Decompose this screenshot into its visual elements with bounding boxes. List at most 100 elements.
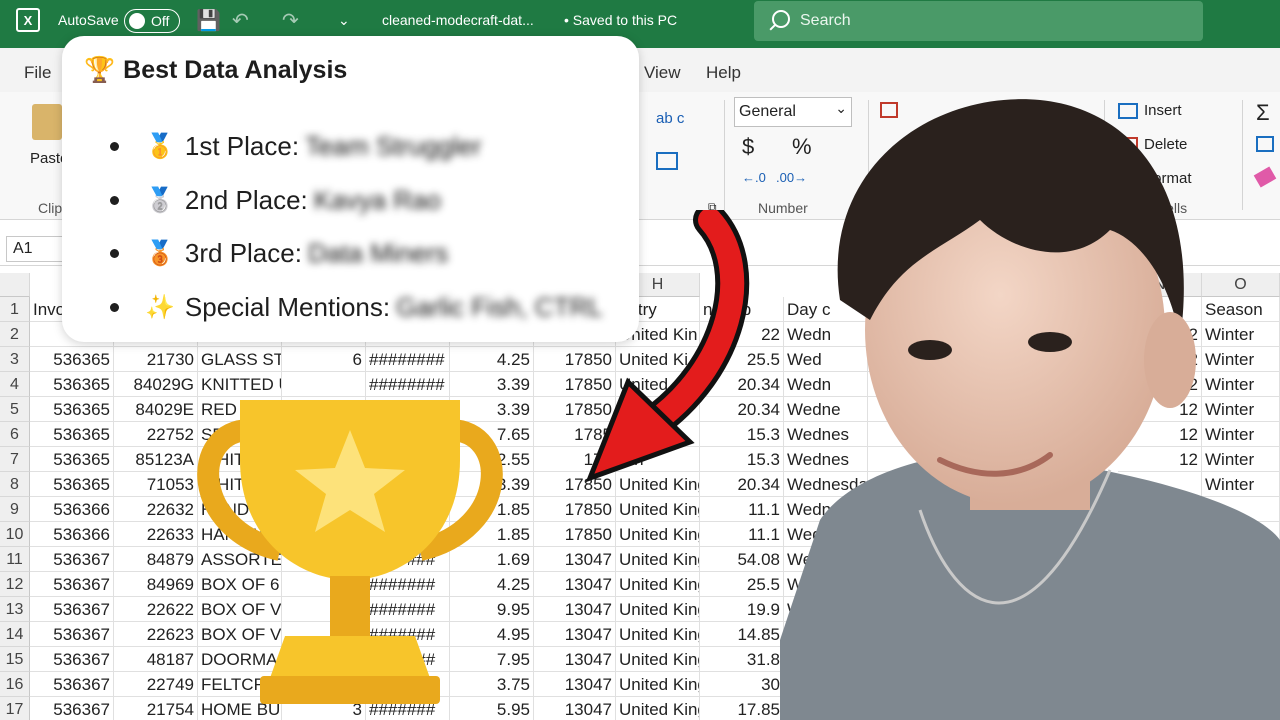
row-header[interactable]: 5 [0,397,30,422]
table-cell[interactable]: 536366 [30,497,114,522]
table-cell[interactable]: 13047 [534,697,616,720]
table-cell[interactable]: United King [616,597,700,622]
row-header[interactable]: 7 [0,447,30,472]
table-cell[interactable]: ######## [366,347,450,372]
table-cell[interactable]: GLASS STA [198,347,282,372]
bullet [110,302,119,312]
row-header[interactable]: 9 [0,497,30,522]
trophy-emoji-icon: 🏆 [84,56,116,84]
row-header[interactable]: 2 [0,322,30,347]
table-cell[interactable]: 22749 [114,672,198,697]
table-cell[interactable]: 13047 [534,647,616,672]
table-cell[interactable]: United King [616,672,700,697]
table-cell[interactable]: 54.08 [700,547,784,572]
separator [724,100,725,210]
table-cell[interactable]: United King [616,647,700,672]
table-cell[interactable]: 14.85 [700,622,784,647]
table-cell[interactable]: 17850 [534,497,616,522]
row-header[interactable]: 1 [0,297,30,322]
table-cell[interactable]: 536365 [30,372,114,397]
customize-toolbar-icon[interactable]: ⌄ [338,0,350,40]
table-cell[interactable]: 536367 [30,572,114,597]
table-cell[interactable]: 536367 [30,697,114,720]
table-cell[interactable]: 84879 [114,547,198,572]
save-status[interactable]: • Saved to this PC [564,0,677,40]
award-third: 🥉 3rd Place: Data Miners [110,233,448,273]
currency-button[interactable]: $ [742,134,754,160]
row-header[interactable]: 11 [0,547,30,572]
table-cell[interactable]: 25.5 [700,572,784,597]
menu-help[interactable]: Help [706,63,741,83]
merge-icon[interactable] [656,152,678,170]
card-title-text: Best Data Analysis [123,56,348,84]
autosave-toggle[interactable]: Off [124,9,180,33]
row-header[interactable]: 4 [0,372,30,397]
table-cell[interactable]: 536367 [30,547,114,572]
undo-icon[interactable]: ↶ [232,0,249,40]
wrap-text-icon[interactable]: ab c [656,110,684,127]
table-cell[interactable]: United King [616,547,700,572]
table-cell[interactable]: 17850 [534,522,616,547]
table-cell[interactable]: United King [616,622,700,647]
table-cell[interactable]: 84029G [114,372,198,397]
table-cell[interactable]: 536366 [30,522,114,547]
table-cell[interactable]: 13047 [534,547,616,572]
redo-icon[interactable]: ↷ [282,0,299,40]
table-cell[interactable]: 22623 [114,622,198,647]
row-header[interactable]: 13 [0,597,30,622]
table-cell[interactable]: United King [616,522,700,547]
table-cell[interactable]: 13047 [534,672,616,697]
table-cell[interactable]: 30 [700,672,784,697]
table-cell[interactable]: 536365 [30,472,114,497]
table-cell[interactable]: 536367 [30,597,114,622]
table-cell[interactable]: 22632 [114,497,198,522]
paste-icon[interactable] [32,104,62,140]
table-cell[interactable]: 536367 [30,622,114,647]
table-cell[interactable]: 22622 [114,597,198,622]
table-cell[interactable]: United King [616,572,700,597]
row-header[interactable]: 15 [0,647,30,672]
search-box[interactable]: Search [754,1,1203,41]
table-cell[interactable]: 13047 [534,572,616,597]
select-all-corner[interactable] [0,273,30,297]
table-cell[interactable]: 48187 [114,647,198,672]
row-header[interactable]: 3 [0,347,30,372]
table-cell[interactable]: 536365 [30,347,114,372]
table-cell[interactable]: 536365 [30,447,114,472]
search-icon [772,10,790,28]
table-cell[interactable]: 13047 [534,622,616,647]
table-cell[interactable]: 22752 [114,422,198,447]
menu-file[interactable]: File [24,63,51,83]
table-cell[interactable]: 17.85 [700,697,784,720]
row-header[interactable]: 16 [0,672,30,697]
table-cell[interactable]: 4.25 [450,347,534,372]
table-cell[interactable]: 6 [282,347,366,372]
table-cell[interactable]: 536367 [30,672,114,697]
table-cell[interactable]: 22633 [114,522,198,547]
table-cell[interactable]: 19.9 [700,597,784,622]
table-cell[interactable]: 21754 [114,697,198,720]
table-cell[interactable]: 536365 [30,397,114,422]
row-header[interactable]: 8 [0,472,30,497]
row-header[interactable]: 14 [0,622,30,647]
table-cell[interactable]: 13047 [534,597,616,622]
table-cell[interactable]: United King [616,697,700,720]
row-header[interactable]: 12 [0,572,30,597]
row-header[interactable]: 17 [0,697,30,720]
save-icon[interactable]: 💾 [196,0,221,40]
row-header[interactable]: 10 [0,522,30,547]
table-cell[interactable]: 536367 [30,647,114,672]
table-cell[interactable]: 31.8 [700,647,784,672]
table-cell[interactable]: 71053 [114,472,198,497]
table-cell[interactable]: 21730 [114,347,198,372]
menu-view[interactable]: View [644,63,681,83]
table-cell[interactable]: 85123A [114,447,198,472]
table-cell[interactable]: 536365 [30,422,114,447]
row-header[interactable]: 6 [0,422,30,447]
increase-decimal-icon[interactable]: ←.0 [742,170,766,185]
table-cell[interactable]: United King [616,497,700,522]
table-cell[interactable]: 11.1 [700,497,784,522]
table-cell[interactable]: 84969 [114,572,198,597]
table-cell[interactable]: 84029E [114,397,198,422]
table-cell[interactable]: 11.1 [700,522,784,547]
